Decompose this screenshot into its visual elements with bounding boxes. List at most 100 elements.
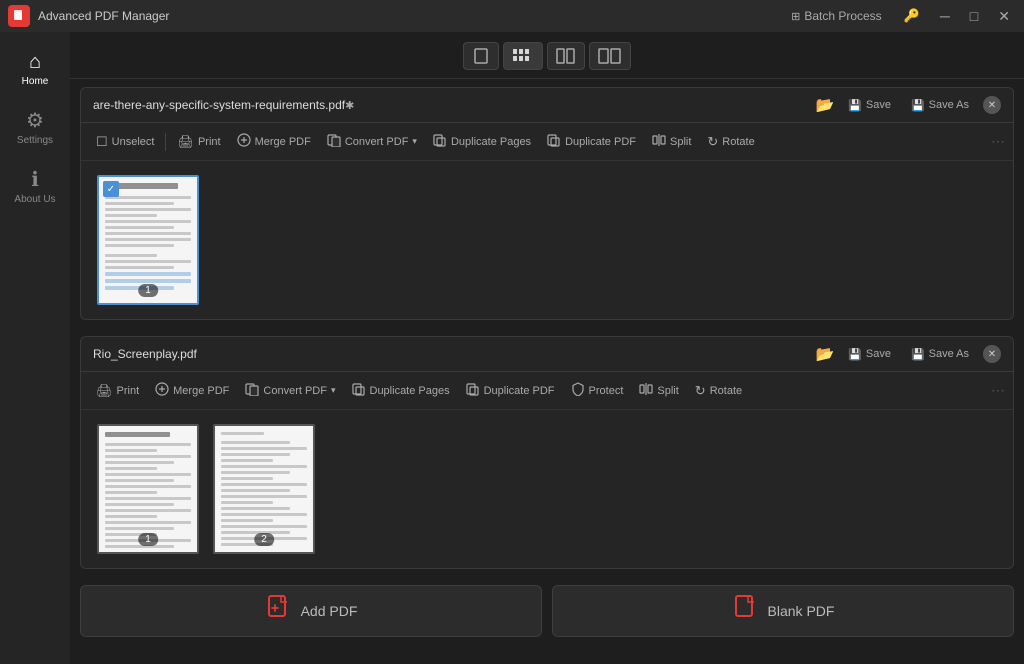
pdf2-save-as-button[interactable]: 💾 Save As: [905, 346, 975, 363]
sidebar-item-home[interactable]: ⌂ Home: [0, 42, 70, 97]
convert-dropdown-icon: ▾: [331, 385, 336, 396]
pdf2-split-button[interactable]: Split: [632, 378, 685, 403]
pdf1-title: are-there-any-specific-system-requiremen…: [93, 98, 807, 112]
key-icon[interactable]: 🔑: [898, 6, 926, 26]
pdf1-save-button[interactable]: 💾 Save: [842, 97, 897, 114]
save-as-icon: 💾: [911, 99, 925, 112]
view-grid4-button[interactable]: [503, 42, 543, 70]
page-1-badge: 1: [138, 284, 158, 297]
maximize-button[interactable]: □: [964, 6, 984, 26]
split-icon: [652, 133, 666, 150]
view-single-button[interactable]: [463, 42, 499, 70]
sidebar-item-label: Settings: [17, 135, 53, 146]
pdf1-toolbar: ☐ Unselect 🖨 Print Merge PDF Convert PDF…: [81, 123, 1013, 161]
duplicate-pages-icon: [352, 382, 366, 399]
sidebar-item-label: About Us: [14, 194, 55, 205]
pdf2-actions: 💾 Save 💾 Save As ✕: [842, 345, 1001, 363]
split-icon: [639, 382, 653, 399]
pdf1-folder-icon[interactable]: 📂: [815, 96, 834, 114]
pdf1-unselect-button[interactable]: ☐ Unselect: [89, 130, 161, 154]
pdf1-save-as-button[interactable]: 💾 Save As: [905, 97, 975, 114]
pdf2-header: Rio_Screenplay.pdf 📂 💾 Save 💾 Save As ✕: [81, 337, 1013, 372]
title-bar: Advanced PDF Manager ⊞ Batch Process 🔑 ─…: [0, 0, 1024, 32]
pdf-section-1: are-there-any-specific-system-requiremen…: [80, 87, 1014, 320]
pdf-section-2: Rio_Screenplay.pdf 📂 💾 Save 💾 Save As ✕ …: [80, 336, 1014, 569]
blank-pdf-button[interactable]: Blank PDF: [552, 585, 1014, 637]
app-title: Advanced PDF Manager: [38, 9, 791, 23]
convert-dropdown-icon: ▾: [412, 136, 417, 147]
pdf2-duplicate-pdf-button[interactable]: Duplicate PDF: [459, 378, 562, 403]
convert-icon: [327, 133, 341, 150]
pdf2-page-1-badge: 1: [138, 533, 158, 546]
settings-icon: ⚙: [26, 111, 44, 131]
pdf2-close-button[interactable]: ✕: [983, 345, 1001, 363]
sidebar-item-label: Home: [22, 76, 49, 87]
pdf2-title: Rio_Screenplay.pdf: [93, 347, 807, 361]
batch-process-button[interactable]: ⊞ Batch Process: [791, 9, 882, 23]
unselect-icon: ☐: [96, 134, 108, 150]
pdf2-rotate-button[interactable]: ↻ Rotate: [688, 379, 749, 403]
save-icon: 💾: [848, 348, 862, 361]
add-pdf-button[interactable]: Add PDF: [80, 585, 542, 637]
pdf1-more-button[interactable]: ⋯: [991, 133, 1005, 150]
window-controls: 🔑 ─ □ ✕: [898, 6, 1016, 27]
pdf1-page-1-thumbnail: ✓: [97, 175, 199, 305]
pdf1-page-1[interactable]: ✓: [97, 175, 199, 305]
duplicate-pdf-icon: [547, 133, 561, 150]
pdf1-duplicate-pdf-button[interactable]: Duplicate PDF: [540, 129, 643, 154]
rotate-icon: ↻: [707, 134, 718, 150]
view-toolbar: [70, 32, 1024, 79]
save-icon: 💾: [848, 99, 862, 112]
merge-icon: [155, 382, 169, 399]
protect-icon: [571, 382, 585, 399]
pdf2-page-2-thumbnail: 2: [213, 424, 315, 554]
info-icon: ℹ: [31, 170, 39, 190]
blank-pdf-icon: [732, 594, 760, 628]
pdf2-more-button[interactable]: ⋯: [991, 382, 1005, 399]
print-icon: 🖨: [177, 134, 194, 150]
pdf1-duplicate-pages-button[interactable]: Duplicate Pages: [426, 129, 538, 154]
pdf2-merge-button[interactable]: Merge PDF: [148, 378, 236, 403]
pdf2-save-button[interactable]: 💾 Save: [842, 346, 897, 363]
sidebar-item-about[interactable]: ℹ About Us: [0, 160, 70, 215]
pdf2-page-2[interactable]: 2: [213, 424, 315, 554]
divider: [165, 133, 166, 151]
print-icon: 🖨: [96, 383, 113, 399]
pdf2-pages: 1: [81, 410, 1013, 568]
minimize-button[interactable]: ─: [934, 6, 956, 26]
pdf2-convert-button[interactable]: Convert PDF ▾: [238, 378, 342, 403]
view-single2-button[interactable]: [589, 42, 631, 70]
pdf1-merge-button[interactable]: Merge PDF: [230, 129, 318, 154]
rotate-icon: ↻: [695, 383, 706, 399]
pdf2-print-button[interactable]: 🖨 Print: [89, 379, 146, 403]
add-pdf-icon: [265, 594, 293, 628]
pdf1-actions: 💾 Save 💾 Save As ✕: [842, 96, 1001, 114]
pdf1-pages: ✓: [81, 161, 1013, 319]
view-grid2-button[interactable]: [547, 42, 585, 70]
bottom-bar: Add PDF Blank PDF: [70, 577, 1024, 645]
app-logo: [8, 5, 30, 27]
pdf2-folder-icon[interactable]: 📂: [815, 345, 834, 363]
main-content: are-there-any-specific-system-requiremen…: [70, 32, 1024, 664]
pdf1-print-button[interactable]: 🖨 Print: [170, 130, 227, 154]
pdf2-protect-button[interactable]: Protect: [564, 378, 631, 403]
home-icon: ⌂: [29, 52, 41, 72]
pdf2-page-1[interactable]: 1: [97, 424, 199, 554]
pdf2-page-1-thumbnail: 1: [97, 424, 199, 554]
pdf1-split-button[interactable]: Split: [645, 129, 698, 154]
pdf2-toolbar: 🖨 Print Merge PDF Convert PDF ▾: [81, 372, 1013, 410]
duplicate-pdf-icon: [466, 382, 480, 399]
close-button[interactable]: ✕: [992, 6, 1016, 27]
duplicate-pages-icon: [433, 133, 447, 150]
pdf1-rotate-button[interactable]: ↻ Rotate: [700, 130, 761, 154]
pdf2-page-2-badge: 2: [254, 533, 274, 546]
merge-icon: [237, 133, 251, 150]
pdf1-close-button[interactable]: ✕: [983, 96, 1001, 114]
pdf2-duplicate-pages-button[interactable]: Duplicate Pages: [345, 378, 457, 403]
sidebar: ⌂ Home ⚙ Settings ℹ About Us: [0, 32, 70, 664]
sidebar-item-settings[interactable]: ⚙ Settings: [0, 101, 70, 156]
pdf1-convert-button[interactable]: Convert PDF ▾: [320, 129, 424, 154]
save-as-icon: 💾: [911, 348, 925, 361]
pdf1-header: are-there-any-specific-system-requiremen…: [81, 88, 1013, 123]
page-1-check: ✓: [103, 181, 119, 197]
